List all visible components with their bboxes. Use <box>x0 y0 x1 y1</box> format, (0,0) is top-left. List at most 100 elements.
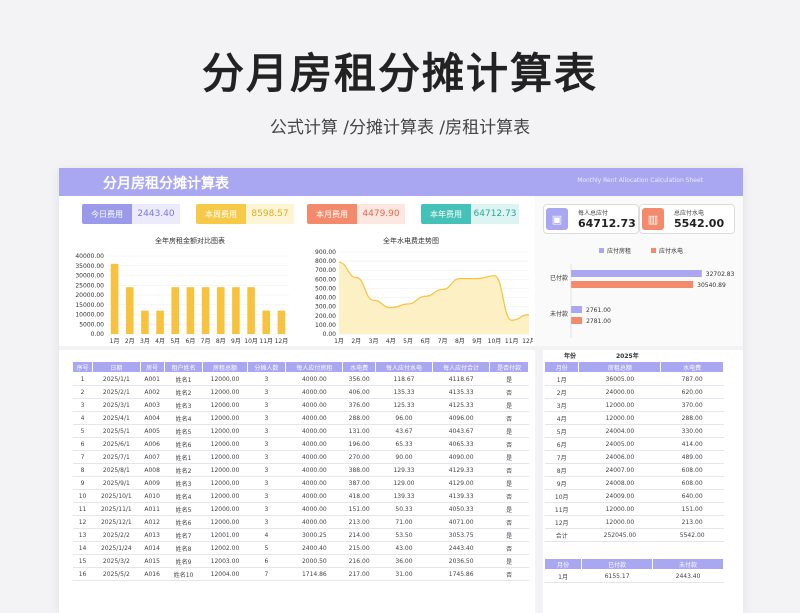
table-row[interactable]: 7月 24006.00 489.00 <box>544 450 724 464</box>
table-cell[interactable]: 12000.00 <box>202 424 248 438</box>
table-cell[interactable]: 151.00 <box>660 502 724 516</box>
table-row[interactable]: 3月 12000.00 370.00 <box>544 398 724 412</box>
table-row[interactable]: 12 2025/12/1 A012 姓名6 12000.00 3 4000.00 213.00… <box>72 515 529 529</box>
column-header[interactable]: 水电费 <box>660 361 724 373</box>
table-cell[interactable]: 2025/6/1 <box>92 437 141 451</box>
table-cell[interactable]: 4000.00 <box>285 385 343 399</box>
table-row[interactable]: 6月 24005.00 414.00 <box>544 437 724 451</box>
table-cell[interactable]: 4 <box>247 528 286 542</box>
table-cell[interactable]: 是 <box>489 398 529 412</box>
table-cell[interactable]: 6 <box>247 554 286 568</box>
table-cell[interactable]: 3 <box>247 411 286 425</box>
table-cell[interactable]: 5 <box>72 424 93 438</box>
table-cell[interactable]: 姓名4 <box>164 411 203 425</box>
table-cell[interactable]: 10月 <box>544 489 579 503</box>
column-header[interactable]: 月份 <box>543 361 580 373</box>
table-cell[interactable]: 12000.00 <box>202 411 248 425</box>
table-cell[interactable]: 131.00 <box>342 424 376 438</box>
table-cell[interactable]: 2025/10/1 <box>92 489 141 503</box>
table-cell[interactable]: 418.00 <box>342 489 376 503</box>
table-cell[interactable]: 12000.00 <box>202 489 248 503</box>
table-cell[interactable]: 12003.00 <box>202 554 248 568</box>
table-cell[interactable]: A016 <box>140 567 165 581</box>
table-cell[interactable]: 215.00 <box>342 541 376 555</box>
column-header[interactable]: 每人应付房租 <box>285 361 344 373</box>
table-cell[interactable]: 4000.00 <box>285 476 343 490</box>
table-row[interactable]: 1月 6155.17 2443.40 <box>544 569 724 583</box>
table-cell[interactable]: 4000.00 <box>285 411 343 425</box>
table-row[interactable]: 2月 24000.00 620.00 <box>544 385 724 399</box>
column-header[interactable]: 水电费 <box>342 361 376 373</box>
table-cell[interactable]: 4139.33 <box>432 489 490 503</box>
table-cell[interactable]: 4 <box>72 411 93 425</box>
table-cell[interactable]: A011 <box>140 502 165 516</box>
table-cell[interactable]: 3 <box>247 372 286 386</box>
column-header[interactable]: 日期 <box>92 361 141 373</box>
table-row[interactable]: 3 2025/3/1 A003 姓名3 12000.00 3 4000.00 376.00 12… <box>72 398 529 412</box>
table-cell[interactable]: 217.00 <box>342 567 376 581</box>
table-cell[interactable]: 9月 <box>544 476 579 490</box>
table-cell[interactable]: 8月 <box>544 463 579 477</box>
table-cell[interactable]: 2025/1/1 <box>92 372 141 386</box>
table-cell[interactable]: 2400.40 <box>285 541 343 555</box>
table-cell[interactable]: 2 <box>72 385 93 399</box>
table-row[interactable]: 9月 24008.00 608.00 <box>544 476 724 490</box>
table-row[interactable]: 9 2025/9/1 A009 姓名3 12000.00 3 4000.00 387.00 12… <box>72 476 529 490</box>
table-cell[interactable]: 6月 <box>544 437 579 451</box>
table-cell[interactable]: 31.00 <box>375 567 433 581</box>
column-header[interactable]: 是否付款 <box>489 361 529 373</box>
table-cell[interactable]: 姓名2 <box>164 463 203 477</box>
table-cell[interactable]: 4129.00 <box>432 476 490 490</box>
table-row[interactable]: 11月 12000.00 151.00 <box>544 502 724 516</box>
table-cell[interactable]: 65.33 <box>375 437 433 451</box>
table-cell[interactable]: 是 <box>489 450 529 464</box>
table-cell[interactable]: 是 <box>489 528 529 542</box>
table-row[interactable]: 15 2025/3/2 A015 姓名9 12003.00 6 2000.50 216.00 3… <box>72 554 529 568</box>
table-row[interactable]: 13 2025/2/2 A013 姓名7 12001.00 4 3000.25 214.00 5… <box>72 528 529 542</box>
table-cell[interactable]: 姓名6 <box>164 515 203 529</box>
table-cell[interactable]: 414.00 <box>660 437 724 451</box>
table-cell[interactable]: 姓名5 <box>164 502 203 516</box>
table-cell[interactable]: 2025/2/2 <box>92 528 141 542</box>
table-cell[interactable]: 125.33 <box>375 398 433 412</box>
table-cell[interactable]: A001 <box>140 372 165 386</box>
table-cell[interactable]: 330.00 <box>660 424 724 438</box>
table-cell[interactable]: 是 <box>489 372 529 386</box>
table-cell[interactable]: 6 <box>72 437 93 451</box>
table-cell[interactable]: 否 <box>489 385 529 399</box>
table-cell[interactable]: 4043.67 <box>432 424 490 438</box>
table-cell[interactable]: 3 <box>72 398 93 412</box>
table-cell[interactable]: 12 <box>72 515 93 529</box>
table-cell[interactable]: 是 <box>489 502 529 516</box>
table-cell[interactable]: 640.00 <box>660 489 724 503</box>
table-cell[interactable]: 129.33 <box>375 463 433 477</box>
table-row[interactable]: 1月 36005.00 787.00 <box>544 372 724 386</box>
table-cell[interactable]: 3 <box>247 424 286 438</box>
table-row[interactable]: 1 2025/1/1 A001 姓名1 12000.00 3 4000.00 356.00 11… <box>72 372 529 386</box>
table-cell[interactable]: A004 <box>140 411 165 425</box>
table-cell[interactable]: 4000.00 <box>285 463 343 477</box>
table-cell[interactable]: 4000.00 <box>285 437 343 451</box>
table-cell[interactable]: 370.00 <box>660 398 724 412</box>
table-cell[interactable]: 406.00 <box>342 385 376 399</box>
table-row[interactable]: 8月 24007.00 608.00 <box>544 463 724 477</box>
table-cell[interactable]: 36005.00 <box>578 372 661 386</box>
table-cell[interactable]: 5月 <box>544 424 579 438</box>
column-header[interactable]: 租户姓名 <box>163 361 204 373</box>
table-cell[interactable]: 姓名5 <box>164 424 203 438</box>
table-cell[interactable]: 213.00 <box>660 515 724 529</box>
table-cell[interactable]: 10 <box>72 489 93 503</box>
table-cell[interactable]: 11 <box>72 502 93 516</box>
table-cell[interactable]: 3 <box>247 385 286 399</box>
table-cell[interactable]: A007 <box>140 450 165 464</box>
table-cell[interactable]: 3 <box>247 463 286 477</box>
table-cell[interactable]: A002 <box>140 385 165 399</box>
table-cell[interactable]: 36.00 <box>375 554 433 568</box>
table-cell[interactable]: 12002.00 <box>202 541 248 555</box>
table-cell[interactable]: 90.00 <box>375 450 433 464</box>
table-cell[interactable]: 3 <box>247 450 286 464</box>
table-row[interactable]: 14 2025/1/24 A014 姓名8 12002.00 5 2400.40 215.00… <box>72 541 529 555</box>
table-row[interactable]: 4 2025/4/1 A004 姓名4 12000.00 3 4000.00 288.00 96… <box>72 411 529 425</box>
column-header[interactable]: 未付款 <box>652 558 724 570</box>
table-cell[interactable]: 4月 <box>544 411 579 425</box>
